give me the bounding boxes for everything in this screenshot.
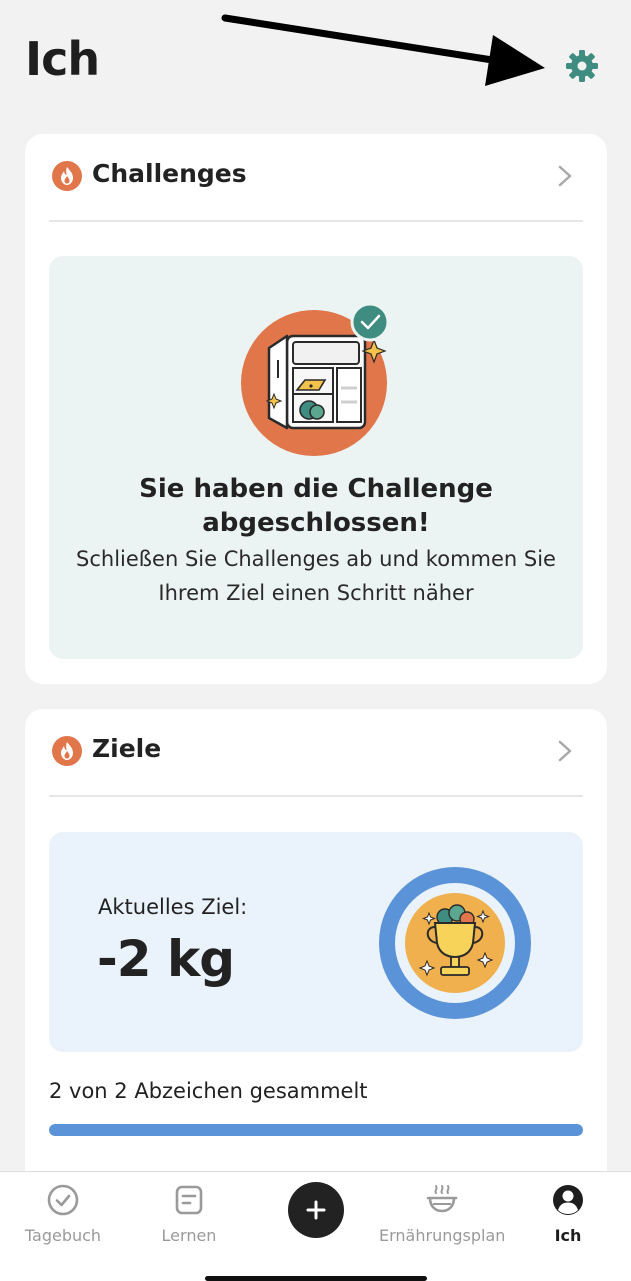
- goals-card: Ziele Aktuelles Ziel: -2 kg 2 von 2 Abze…: [25, 709, 607, 1189]
- trophy-icon: [379, 867, 531, 1019]
- challenge-completed-title: Sie haben die Challenge abgeschlossen!: [139, 474, 493, 538]
- settings-button[interactable]: [562, 46, 602, 86]
- chevron-right-icon: [558, 165, 572, 187]
- gear-icon: [566, 50, 598, 82]
- tab-label: Lernen: [161, 1226, 217, 1245]
- challenges-card: Challenges Sie haben die Challenge abges…: [25, 134, 607, 684]
- fridge-illustration: [241, 302, 390, 456]
- challenge-completed-panel: Sie haben die Challenge abgeschlossen! S…: [49, 256, 583, 659]
- profile-icon: [553, 1185, 583, 1215]
- divider: [49, 220, 583, 222]
- plus-icon: [306, 1200, 326, 1220]
- check-circle-icon: [47, 1184, 79, 1216]
- tab-tagebuch[interactable]: Tagebuch: [0, 1172, 126, 1272]
- tab-label: Ich: [554, 1226, 582, 1245]
- home-indicator: [205, 1276, 427, 1281]
- tab-label: Tagebuch: [24, 1226, 102, 1245]
- document-icon: [175, 1185, 203, 1215]
- header: Ich: [0, 0, 631, 120]
- tab-label: Ernährungsplan: [379, 1226, 506, 1245]
- badges-collected-text: 2 von 2 Abzeichen gesammelt: [49, 1079, 368, 1103]
- chevron-right-icon: [558, 740, 572, 762]
- tab-ernaehrungsplan[interactable]: Ernährungsplan: [379, 1172, 505, 1272]
- add-button[interactable]: [288, 1182, 344, 1238]
- challenge-completed-subtitle: Schließen Sie Challenges ab und kommen S…: [76, 547, 556, 605]
- flame-icon: [52, 161, 82, 191]
- tab-lernen[interactable]: Lernen: [126, 1172, 252, 1272]
- current-goal-label: Aktuelles Ziel:: [98, 895, 248, 919]
- badges-progress-bar: [49, 1124, 583, 1136]
- goals-title: Ziele: [92, 734, 162, 763]
- goals-header[interactable]: Ziele: [25, 709, 607, 795]
- steaming-bowl-icon: [426, 1185, 458, 1213]
- annotation-arrow: [221, 14, 545, 86]
- challenges-header[interactable]: Challenges: [25, 134, 607, 220]
- current-goal-value: -2 kg: [97, 930, 235, 988]
- bottom-tab-bar: Tagebuch Lernen Ernährungsplan Ich: [0, 1171, 631, 1281]
- tab-ich[interactable]: Ich: [505, 1172, 631, 1272]
- divider: [49, 795, 583, 797]
- challenges-title: Challenges: [92, 159, 247, 188]
- flame-icon: [52, 736, 82, 766]
- current-goal-panel[interactable]: Aktuelles Ziel: -2 kg: [49, 832, 583, 1052]
- badges-progress-fill: [49, 1124, 583, 1136]
- page-title: Ich: [25, 32, 100, 86]
